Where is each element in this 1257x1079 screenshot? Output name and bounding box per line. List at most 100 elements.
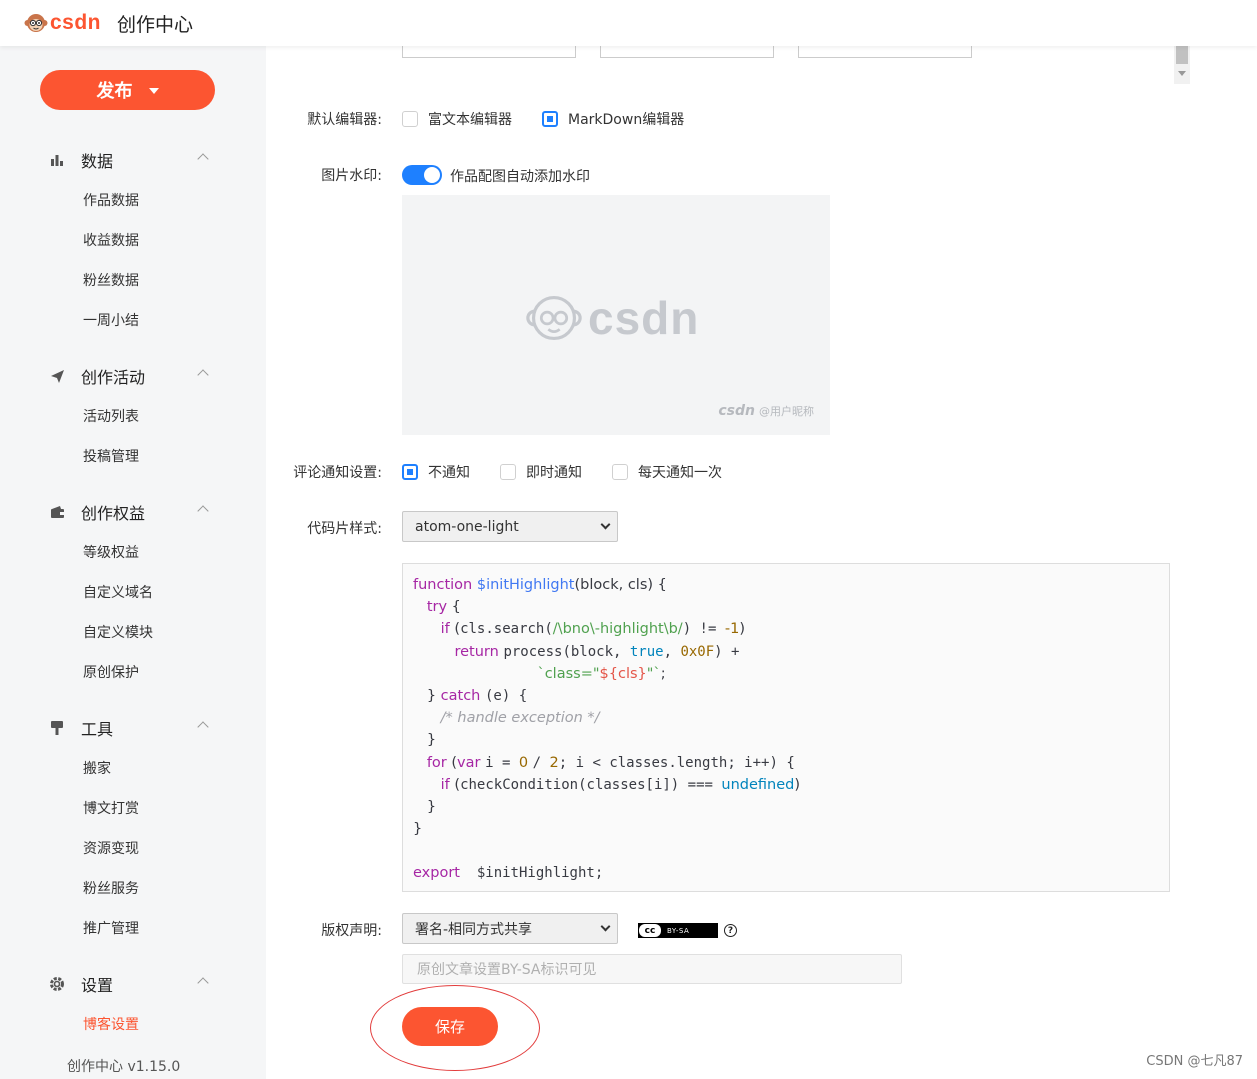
sidebar-item[interactable]: 博文打赏: [0, 788, 266, 828]
sidebar-item[interactable]: 自定义模块: [0, 612, 266, 652]
gear-icon: [48, 975, 66, 993]
code-line: function $initHighlight(block, cls) {: [413, 577, 667, 593]
nav-group-tools: 工具 搬家 博文打赏 资源变现 粉丝服务 推广管理: [0, 708, 266, 948]
code-preview: function $initHighlight(block, cls) { tr…: [402, 563, 1170, 892]
sidebar-item[interactable]: 等级权益: [0, 532, 266, 572]
nav-group-header[interactable]: 创作权益: [0, 492, 266, 532]
sidebar-item[interactable]: 投稿管理: [0, 436, 266, 476]
bar-chart-icon: [48, 151, 66, 169]
nav-group-settings: 设置 博客设置: [0, 964, 266, 1044]
top-header: csdn 创作中心: [0, 0, 1257, 46]
cc-logo-icon: cc: [639, 924, 661, 937]
option-label: 即时通知: [526, 465, 582, 481]
option-label: 富文本编辑器: [428, 112, 512, 128]
select-value: atom-one-light: [415, 518, 519, 535]
scrollbar[interactable]: [1174, 46, 1190, 84]
sidebar-item[interactable]: 推广管理: [0, 908, 266, 948]
watermark-toggle[interactable]: [402, 165, 442, 185]
publish-button[interactable]: 发布: [40, 70, 215, 110]
sidebar-item[interactable]: 资源变现: [0, 828, 266, 868]
checkbox[interactable]: [500, 464, 516, 480]
editor-option-markdown[interactable]: MarkDown编辑器: [542, 109, 684, 129]
nav-group-title: 创作权益: [81, 504, 146, 523]
code-export-kw: export: [413, 865, 460, 882]
checkbox-checked[interactable]: [542, 111, 558, 127]
code-line: /* handle exception */: [413, 707, 1159, 729]
nav-group-header[interactable]: 数据: [0, 140, 266, 180]
code-line: try {: [426, 599, 461, 616]
comment-notify-label: 评论通知设置:: [293, 465, 382, 481]
code-line: for (var i = 0 / 2; i < classes.length; …: [426, 754, 795, 771]
sidebar-item[interactable]: 粉丝数据: [0, 260, 266, 300]
wallet-icon: [48, 503, 66, 521]
nav-group-data: 数据 作品数据 收益数据 粉丝数据 一周小结: [0, 140, 266, 340]
code-line: return process(block, true, 0x0F) +: [454, 643, 740, 660]
nav-group-header[interactable]: 设置: [0, 964, 266, 1004]
nav-group-title: 创作活动: [81, 368, 146, 387]
notify-option-instant[interactable]: 即时通知: [500, 462, 582, 482]
paper-plane-icon: [48, 367, 66, 385]
csdn-logo[interactable]: csdn: [24, 11, 101, 35]
copyright-select[interactable]: 署名-相同方式共享: [402, 913, 618, 944]
chevron-down-icon: [600, 921, 611, 932]
code-args: (block, cls) {: [574, 577, 667, 593]
save-button[interactable]: 保存: [402, 1007, 498, 1046]
editor-label: 默认编辑器:: [307, 112, 382, 128]
code-line: }: [413, 798, 437, 815]
code-line: if (checkCondition(classes[i]) === undef…: [440, 776, 800, 793]
nav-group-header[interactable]: 工具: [0, 708, 266, 748]
monkey-logo-icon: [24, 14, 48, 32]
preview-logo-text: csdn: [588, 292, 700, 344]
code-line: export $initHighlight;: [413, 862, 1159, 884]
caret-down-icon: [148, 88, 159, 94]
badge-text: BY-SA: [667, 926, 690, 935]
notify-option-none[interactable]: 不通知: [402, 462, 470, 482]
select-value: 署名-相同方式共享: [415, 921, 533, 938]
logo-text: csdn: [50, 11, 102, 34]
chevron-up-icon: [197, 369, 209, 381]
code-style-select[interactable]: atom-one-light: [402, 511, 618, 542]
code-line: }: [413, 821, 423, 838]
watermark-user: @用户昵称: [759, 405, 814, 418]
watermark-preview: csdn csdn @用户昵称: [402, 195, 830, 435]
code-style-label: 代码片样式:: [307, 521, 382, 537]
copyright-description-input[interactable]: 原创文章设置BY-SA标识可见: [402, 954, 902, 984]
page-title: 创作中心: [117, 13, 194, 36]
checkbox[interactable]: [612, 464, 628, 480]
sidebar-item[interactable]: 粉丝服务: [0, 868, 266, 908]
code-regex: /\bno\-highlight\b/: [552, 621, 683, 638]
version-label: 创作中心 v1.15.0: [67, 1059, 181, 1075]
brush-icon: [48, 719, 66, 737]
sidebar-item[interactable]: 原创保护: [0, 652, 266, 692]
sidebar-item[interactable]: 收益数据: [0, 220, 266, 260]
nav-group-title: 数据: [81, 152, 114, 171]
monkey-logo-icon: [526, 295, 582, 341]
sidebar-item[interactable]: 活动列表: [0, 396, 266, 436]
sidebar-item-blog-settings[interactable]: 博客设置: [0, 1004, 266, 1044]
watermark-preview-logo: csdn: [524, 291, 699, 345]
sidebar-item[interactable]: 自定义域名: [0, 572, 266, 612]
editor-option-richtext[interactable]: 富文本编辑器: [402, 109, 512, 129]
scrollbar-thumb[interactable]: [1176, 46, 1188, 64]
option-label: 每天通知一次: [638, 465, 722, 481]
nav-group-benefits: 创作权益 等级权益 自定义域名 自定义模块 原创保护: [0, 492, 266, 692]
help-icon[interactable]: ?: [724, 924, 737, 937]
chevron-down-icon: [600, 519, 611, 530]
notify-option-daily[interactable]: 每天通知一次: [612, 462, 722, 482]
sidebar-item[interactable]: 搬家: [0, 748, 266, 788]
code-line: }: [413, 732, 437, 749]
watermark-label: 图片水印:: [321, 168, 382, 184]
checkbox-checked[interactable]: [402, 464, 418, 480]
sidebar-item[interactable]: 作品数据: [0, 180, 266, 220]
scroll-down-arrow-icon[interactable]: [1178, 71, 1186, 76]
code-line: `class="${cls}"`;: [537, 665, 666, 682]
chevron-up-icon: [197, 505, 209, 517]
nav-group-title: 设置: [81, 976, 114, 995]
checkbox[interactable]: [402, 111, 418, 127]
cc-by-sa-badge: cc BY-SA: [638, 923, 718, 938]
copyright-label: 版权声明:: [321, 923, 382, 939]
sidebar-item[interactable]: 一周小结: [0, 300, 266, 340]
nav-group-header[interactable]: 创作活动: [0, 356, 266, 396]
code-fn-name: $initHighlight: [476, 577, 575, 593]
